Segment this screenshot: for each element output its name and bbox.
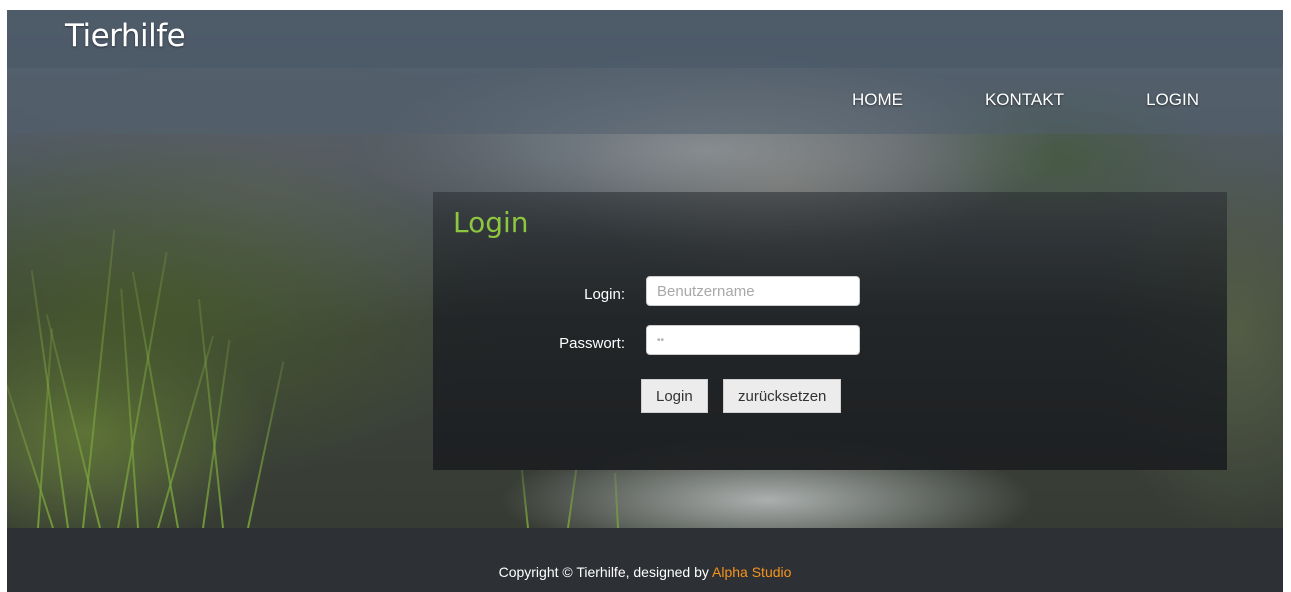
nav-home[interactable]: HOME [852, 90, 903, 110]
nav-kontakt[interactable]: KONTAKT [985, 90, 1064, 110]
designer-link[interactable]: Alpha Studio [712, 564, 791, 580]
footer-copyright: Copyright © Tierhilfe, designed by Alpha… [7, 564, 1283, 580]
site-header: Tierhilfe HOME KONTAKT LOGIN [7, 10, 1283, 134]
copyright-text: Copyright © Tierhilfe, designed by [498, 564, 713, 580]
reset-button[interactable]: zurücksetzen [723, 379, 842, 413]
username-input[interactable] [646, 276, 860, 306]
page: Tierhilfe HOME KONTAKT LOGIN Login Login… [7, 10, 1283, 592]
password-label: Passwort: [559, 335, 625, 352]
header-title-bar [7, 10, 1283, 68]
site-footer: Copyright © Tierhilfe, designed by Alpha… [7, 528, 1283, 592]
password-input[interactable] [646, 325, 860, 355]
login-panel: Login Login: Passwort: Login zurücksetze… [433, 192, 1227, 470]
site-title[interactable]: Tierhilfe [65, 18, 186, 54]
nav-login[interactable]: LOGIN [1146, 90, 1199, 110]
login-submit-button[interactable]: Login [641, 379, 708, 413]
login-heading: Login [453, 206, 529, 239]
username-label: Login: [584, 286, 625, 303]
